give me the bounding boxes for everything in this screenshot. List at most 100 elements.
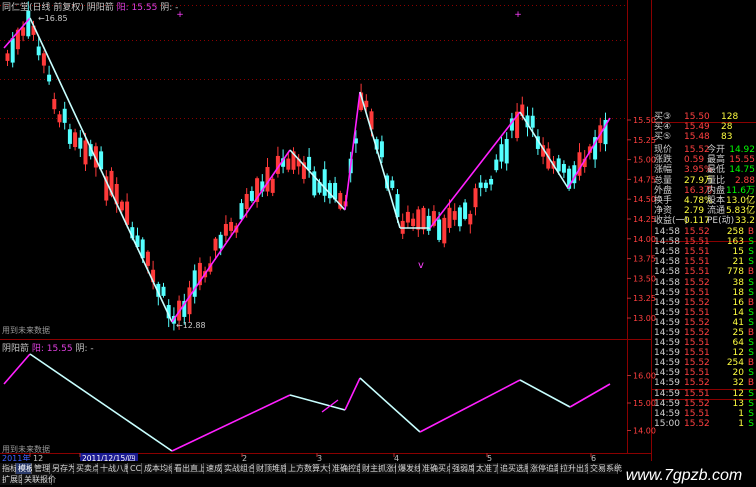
tick-time: 14:59	[654, 317, 680, 328]
sub-zigzag-segment	[29, 353, 173, 452]
stat-label: 量比	[707, 175, 726, 186]
date-month: 6	[591, 454, 596, 461]
candle-down	[390, 180, 395, 188]
toolbar-button[interactable]: 强弱度	[450, 463, 476, 474]
sub-zigzag-segment	[359, 377, 421, 433]
stat-row: 收益(一) 0.117 PE(动) 33.2	[651, 216, 756, 226]
toolbar-button[interactable]: 十战八胜	[98, 463, 132, 474]
stat-value: 2.88	[734, 175, 755, 186]
toolbar-button[interactable]: 准确买点	[420, 463, 454, 474]
tick-volume: 21	[732, 257, 744, 268]
candle-up	[21, 27, 26, 36]
stat-row: 外盘 16.3万 内盘 11.6万	[651, 186, 756, 196]
indicator-name: 阴阳箭	[86, 3, 114, 13]
stat-label: 总量	[654, 175, 673, 186]
toolbar-button[interactable]: 实战组合	[222, 463, 256, 474]
sub-zigzag-segment	[569, 383, 611, 408]
zigzag-segment	[359, 91, 401, 229]
toolbar-button[interactable]: 拉升出货	[558, 463, 592, 474]
toolbar-button[interactable]: 指标	[0, 463, 18, 474]
ask-price: 15.49	[684, 122, 710, 133]
toolbar-button[interactable]: 上方数算大90	[286, 463, 338, 474]
tick-row: 14:59 15.52 41 S	[651, 318, 756, 328]
toolbar-button[interactable]: 看出直上	[172, 463, 206, 474]
tick-price: 15.52	[684, 418, 710, 429]
candle-down	[239, 203, 244, 220]
candle-down	[333, 182, 338, 200]
tick-volume: 25	[732, 327, 744, 338]
tick-volume: 64	[732, 338, 744, 349]
main-chart-title: 同仁堂(日线 前复权) 阴阳箭 阳: 15.55 阴: -	[2, 0, 178, 13]
tick-row: 14:59 15.52 16 B	[651, 298, 756, 308]
toolbar-button[interactable]: 太准了	[474, 463, 500, 474]
toolbar-button[interactable]: 买卖点	[74, 463, 100, 474]
linked-quote-tab[interactable]: 关联报价	[22, 474, 56, 485]
candle-down	[192, 270, 197, 297]
tick-row: 14:59 15.51 18 S	[651, 288, 756, 298]
date-cursor-label: 2011/12/15/四	[82, 454, 135, 461]
toolbar-button[interactable]: 财主抓涨停	[360, 463, 402, 474]
candle-up	[125, 201, 130, 225]
tick-time: 14:58	[654, 227, 680, 238]
toolbar-button[interactable]: 成本均线	[142, 463, 176, 474]
candle-up	[286, 158, 291, 170]
stat-label: 最高	[707, 155, 726, 166]
toolbar-button[interactable]: 涨停追踪	[528, 463, 562, 474]
sub-future-data-label: 用到未来数据	[2, 445, 50, 454]
stat-value: 13.0亿	[725, 195, 755, 206]
watermark: www.7gpzb.com	[625, 467, 743, 484]
tick-time: 14:59	[654, 358, 680, 369]
candle-up	[452, 211, 457, 220]
candle-up	[73, 132, 78, 148]
tick-side: S	[748, 307, 754, 318]
tick-side: B	[747, 227, 754, 238]
yang-value: 阳: 15.55	[116, 3, 158, 13]
toolbar-button[interactable]: 速成	[204, 463, 222, 474]
sub-yin-value: 阴: -	[75, 344, 94, 354]
stat-value: 15.55	[729, 155, 755, 166]
candle-up	[5, 53, 10, 61]
candle-up	[468, 213, 473, 225]
toolbar-button[interactable]: 准确控盘	[330, 463, 364, 474]
toolbar-button[interactable]: CCI	[128, 463, 144, 474]
zigzag-segment	[29, 17, 173, 323]
date-month: 4	[394, 454, 399, 461]
date-month: 2	[242, 454, 247, 461]
expand-area-tab[interactable]: 扩展区	[0, 474, 26, 485]
candle-down	[483, 182, 488, 189]
ask-row: 买④ 15.49 28	[651, 122, 756, 132]
tick-time: 14:59	[654, 338, 680, 349]
kline-chart[interactable]: + +15.5015.2515.0014.7514.5014.2514.0013.…	[0, 0, 756, 461]
stat-label: 涨跌	[654, 155, 673, 166]
stat-value: 2.79	[684, 205, 705, 216]
toolbar-button[interactable]: 追买选股	[498, 463, 532, 474]
stat-label: 内盘	[707, 185, 726, 196]
candle-up	[187, 287, 192, 315]
ask-volume: 28	[721, 122, 733, 133]
stat-value: 33.2	[734, 215, 755, 226]
tick-row: 14:59 15.52 13 S	[651, 399, 756, 409]
tick-price: 15.51	[684, 338, 710, 349]
tick-volume: 18	[732, 287, 744, 298]
toolbar-button[interactable]: 爆发线	[396, 463, 422, 474]
tick-time: 14:58	[654, 267, 680, 278]
toolbar-button[interactable]: 另存为	[50, 463, 76, 474]
tick-side: S	[748, 398, 754, 409]
tick-price: 15.51	[684, 267, 710, 278]
ask-volume: 128	[721, 112, 739, 122]
tick-volume: 1	[738, 408, 744, 419]
toolbar-button[interactable]: 管理	[32, 463, 50, 474]
candle-down	[78, 137, 83, 149]
ask-price: 15.50	[684, 112, 710, 122]
tick-row: 14:59 15.51 12 S	[651, 389, 756, 399]
tick-side: B	[747, 297, 754, 308]
candle-up	[270, 178, 275, 193]
sub-chart-title: 阴阳箭 阳: 15.55 阴: -	[2, 341, 94, 354]
toolbar-button[interactable]: 财顶堆底	[254, 463, 288, 474]
toolbar-button[interactable]: 模板	[16, 463, 34, 474]
tick-price: 15.51	[684, 287, 710, 298]
tick-time: 14:58	[654, 237, 680, 248]
tick-volume: 778	[726, 267, 744, 278]
tick-price: 15.51	[684, 247, 710, 258]
candle-up	[421, 207, 426, 230]
